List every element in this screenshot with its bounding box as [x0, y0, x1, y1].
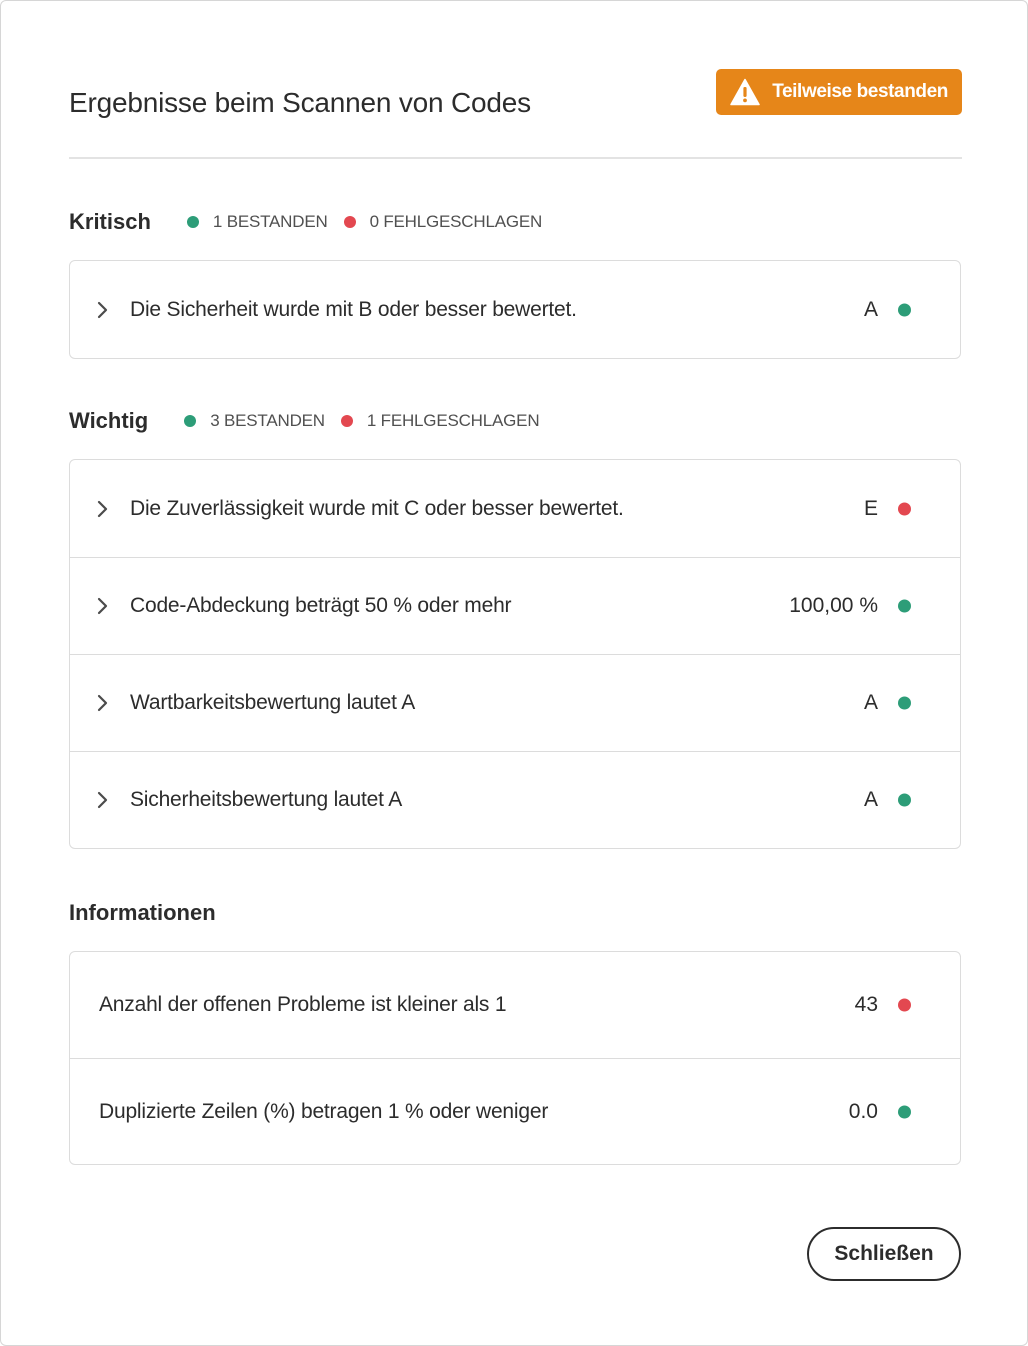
info-row: Duplizierte Zeilen (%) betragen 1 % oder… [70, 1058, 960, 1164]
info-label: Duplizierte Zeilen (%) betragen 1 % oder… [99, 1099, 549, 1123]
fail-dot [343, 216, 356, 228]
dialog-title: Ergebnisse beim Scannen von Codes [69, 87, 531, 118]
close-button[interactable]: Schließen [807, 1227, 961, 1281]
info-row: Anzahl der offenen Probleme ist kleiner … [70, 952, 960, 1058]
failed-count-label: 0 FEHLGESCHLAGEN [369, 212, 543, 231]
fail-dot [898, 502, 911, 515]
important-checks-card: Die Zuverlässigkeit wurde mit C oder bes… [69, 459, 961, 849]
check-row[interactable]: Sicherheitsbewertung lautet A A [70, 751, 960, 848]
check-row[interactable]: Die Sicherheit wurde mit B oder besser b… [70, 261, 960, 358]
pass-dot [898, 1105, 911, 1118]
status-badge-label: Teilweise bestanden [772, 81, 948, 102]
check-value: A [863, 691, 878, 714]
failed-counter: 0 FEHLGESCHLAGEN [343, 212, 543, 232]
section-title: Wichtig [69, 408, 149, 433]
check-value: E [863, 496, 878, 520]
chevron-right-icon[interactable] [96, 499, 110, 519]
check-value: A [863, 788, 878, 811]
section-title: Informationen [69, 900, 216, 925]
info-value: 0.0 [848, 1099, 878, 1123]
check-value: 100,00 % [789, 594, 878, 617]
failed-counter: 1 FEHLGESCHLAGEN [340, 411, 540, 431]
check-row[interactable]: Die Zuverlässigkeit wurde mit C oder bes… [70, 460, 960, 557]
critical-checks-card: Die Sicherheit wurde mit B oder besser b… [69, 260, 961, 359]
chevron-right-icon[interactable] [96, 693, 110, 713]
pass-dot [184, 415, 197, 427]
passed-counter: 3 BESTANDEN [184, 411, 325, 431]
info-value: 43 [854, 993, 878, 1016]
check-row[interactable]: Wartbarkeitsbewertung lautet A A [70, 654, 960, 751]
warning-icon [730, 78, 760, 106]
section-header-info: Informationen [69, 898, 252, 928]
info-checks-card: Anzahl der offenen Probleme ist kleiner … [69, 951, 961, 1165]
status-badge: Teilweise bestanden [716, 69, 962, 115]
passed-counter: 1 BESTANDEN [186, 212, 328, 232]
section-header-important: Wichtig 3 BESTANDEN 1 FEHLGESCHLAGEN [69, 406, 555, 436]
pass-dot [898, 696, 911, 710]
check-label: Die Sicherheit wurde mit B oder besser b… [130, 297, 577, 321]
check-label: Sicherheitsbewertung lautet A [130, 788, 403, 811]
pass-dot [898, 599, 911, 613]
passed-count-label: 1 BESTANDEN [212, 212, 328, 231]
check-value: A [863, 297, 878, 321]
passed-count-label: 3 BESTANDEN [210, 411, 325, 430]
pass-dot [186, 216, 199, 228]
check-row[interactable]: Code-Abdeckung beträgt 50 % oder mehr 10… [70, 557, 960, 654]
pass-dot [898, 793, 911, 807]
check-label: Wartbarkeitsbewertung lautet A [130, 691, 416, 714]
failed-count-label: 1 FEHLGESCHLAGEN [366, 411, 540, 430]
chevron-right-icon[interactable] [96, 596, 110, 616]
chevron-right-icon[interactable] [96, 790, 110, 810]
info-label: Anzahl der offenen Probleme ist kleiner … [99, 993, 507, 1016]
check-label: Code-Abdeckung beträgt 50 % oder mehr [130, 594, 512, 617]
scan-results-dialog: Ergebnisse beim Scannen von Codes Teilwe… [0, 0, 1028, 1346]
fail-dot [898, 998, 911, 1012]
pass-dot [898, 303, 911, 316]
fail-dot [340, 415, 353, 427]
check-label: Die Zuverlässigkeit wurde mit C oder bes… [130, 496, 624, 520]
section-header-critical: Kritisch 1 BESTANDEN 0 FEHLGESCHLAGEN [69, 207, 558, 237]
section-title: Kritisch [69, 209, 151, 234]
chevron-right-icon[interactable] [96, 300, 110, 320]
dialog-header: Ergebnisse beim Scannen von Codes Teilwe… [69, 67, 962, 159]
